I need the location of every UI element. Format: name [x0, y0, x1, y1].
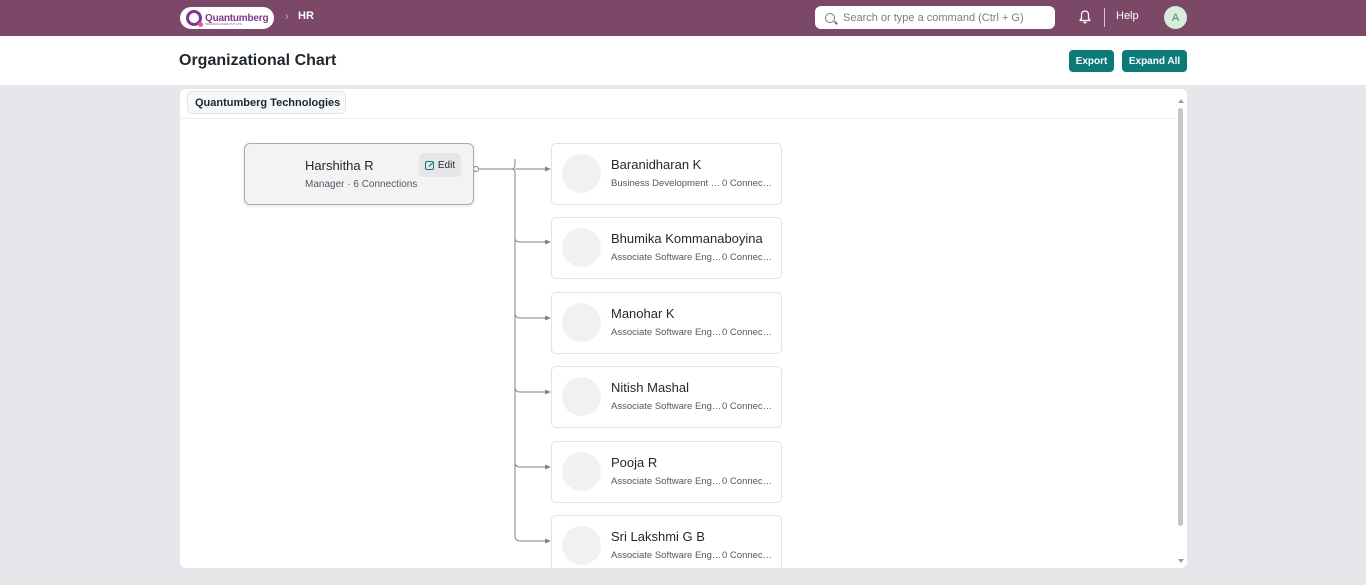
employee-node[interactable]: Manohar K Associate Software Engineer 0 …	[551, 292, 782, 354]
edit-button[interactable]: Edit	[419, 153, 461, 177]
employee-node[interactable]: Baranidharan K Business Development Exec…	[551, 143, 782, 205]
employee-role: Associate Software Engineer	[611, 550, 722, 561]
employee-name: Pooja R	[611, 455, 658, 470]
company-logo[interactable]: Quantumberg TECHNOLOGIES PVT LTD	[180, 7, 274, 29]
employee-name: Baranidharan K	[611, 157, 702, 172]
help-menu[interactable]: Help	[1116, 10, 1139, 22]
employee-connections: 0 Connections	[722, 476, 774, 487]
employee-subtitle: Associate Software Engineer 0 Connection…	[611, 252, 774, 263]
employee-connections: 0 Connections	[722, 252, 774, 263]
scroll-up-arrow-icon[interactable]	[1178, 99, 1184, 103]
avatar	[562, 526, 601, 565]
employee-node[interactable]: Bhumika Kommanaboyina Associate Software…	[551, 217, 782, 279]
expand-all-button[interactable]: Expand All	[1122, 50, 1187, 72]
avatar	[562, 377, 601, 416]
navbar-divider	[1104, 8, 1105, 27]
logo-subtext: TECHNOLOGIES PVT LTD	[205, 22, 242, 26]
employee-node[interactable]: Sri Lakshmi G B Associate Software Engin…	[551, 515, 782, 568]
employee-subtitle: Associate Software Engineer 0 Connection…	[611, 476, 774, 487]
employee-role: Associate Software Engineer	[611, 327, 722, 338]
employee-subtitle: Associate Software Engineer 0 Connection…	[611, 550, 774, 561]
manager-name: Harshitha R	[305, 158, 374, 173]
employee-name: Bhumika Kommanaboyina	[611, 231, 763, 246]
notification-bell-icon[interactable]	[1079, 10, 1091, 24]
search-bar[interactable]	[815, 6, 1055, 29]
edit-icon	[424, 160, 434, 170]
top-navbar: Quantumberg TECHNOLOGIES PVT LTD › HR He…	[0, 0, 1366, 36]
employee-role: Associate Software Engineer	[611, 476, 722, 487]
manager-node[interactable]: Harshitha R Manager · 6 Connections Edit	[244, 143, 474, 205]
employee-role: Associate Software Engineer	[611, 401, 722, 412]
breadcrumb-hr[interactable]: HR	[298, 10, 314, 22]
avatar	[562, 154, 601, 193]
avatar	[562, 452, 601, 491]
search-input[interactable]	[843, 11, 1043, 24]
avatar	[562, 228, 601, 267]
employee-role: Business Development Executive	[611, 178, 722, 189]
employee-connections: 0 Connections	[722, 550, 774, 561]
org-chart-card: Quantumberg Technologies Harshitha R Man…	[180, 89, 1187, 568]
avatar	[562, 303, 601, 342]
breadcrumb-separator-icon: ›	[285, 11, 289, 23]
employee-connections: 0 Connections	[722, 401, 774, 412]
page-header: Organizational Chart Export Expand All	[0, 36, 1366, 85]
employee-subtitle: Business Development Executive 0 Connect…	[611, 178, 774, 189]
search-icon	[825, 12, 835, 23]
vertical-scrollbar[interactable]	[1176, 99, 1186, 568]
manager-subtitle: Manager · 6 Connections	[305, 179, 418, 190]
logo-mark-icon	[186, 10, 203, 27]
edit-label: Edit	[437, 159, 456, 171]
page-title: Organizational Chart	[179, 52, 337, 69]
scrollbar-thumb[interactable]	[1178, 108, 1183, 526]
employee-subtitle: Associate Software Engineer 0 Connection…	[611, 401, 774, 412]
employee-subtitle: Associate Software Engineer 0 Connection…	[611, 327, 774, 338]
employee-connections: 0 Connections	[722, 327, 774, 338]
employee-node[interactable]: Nitish Mashal Associate Software Enginee…	[551, 366, 782, 428]
employee-node[interactable]: Pooja R Associate Software Engineer 0 Co…	[551, 441, 782, 503]
employee-name: Manohar K	[611, 306, 675, 321]
employee-connections: 0 Connections	[722, 178, 774, 189]
user-avatar[interactable]: A	[1164, 6, 1187, 29]
scroll-down-arrow-icon[interactable]	[1178, 559, 1184, 563]
employee-role: Associate Software Engineer	[611, 252, 722, 263]
employee-name: Sri Lakshmi G B	[611, 529, 705, 544]
export-button[interactable]: Export	[1069, 50, 1114, 72]
employee-name: Nitish Mashal	[611, 380, 690, 395]
